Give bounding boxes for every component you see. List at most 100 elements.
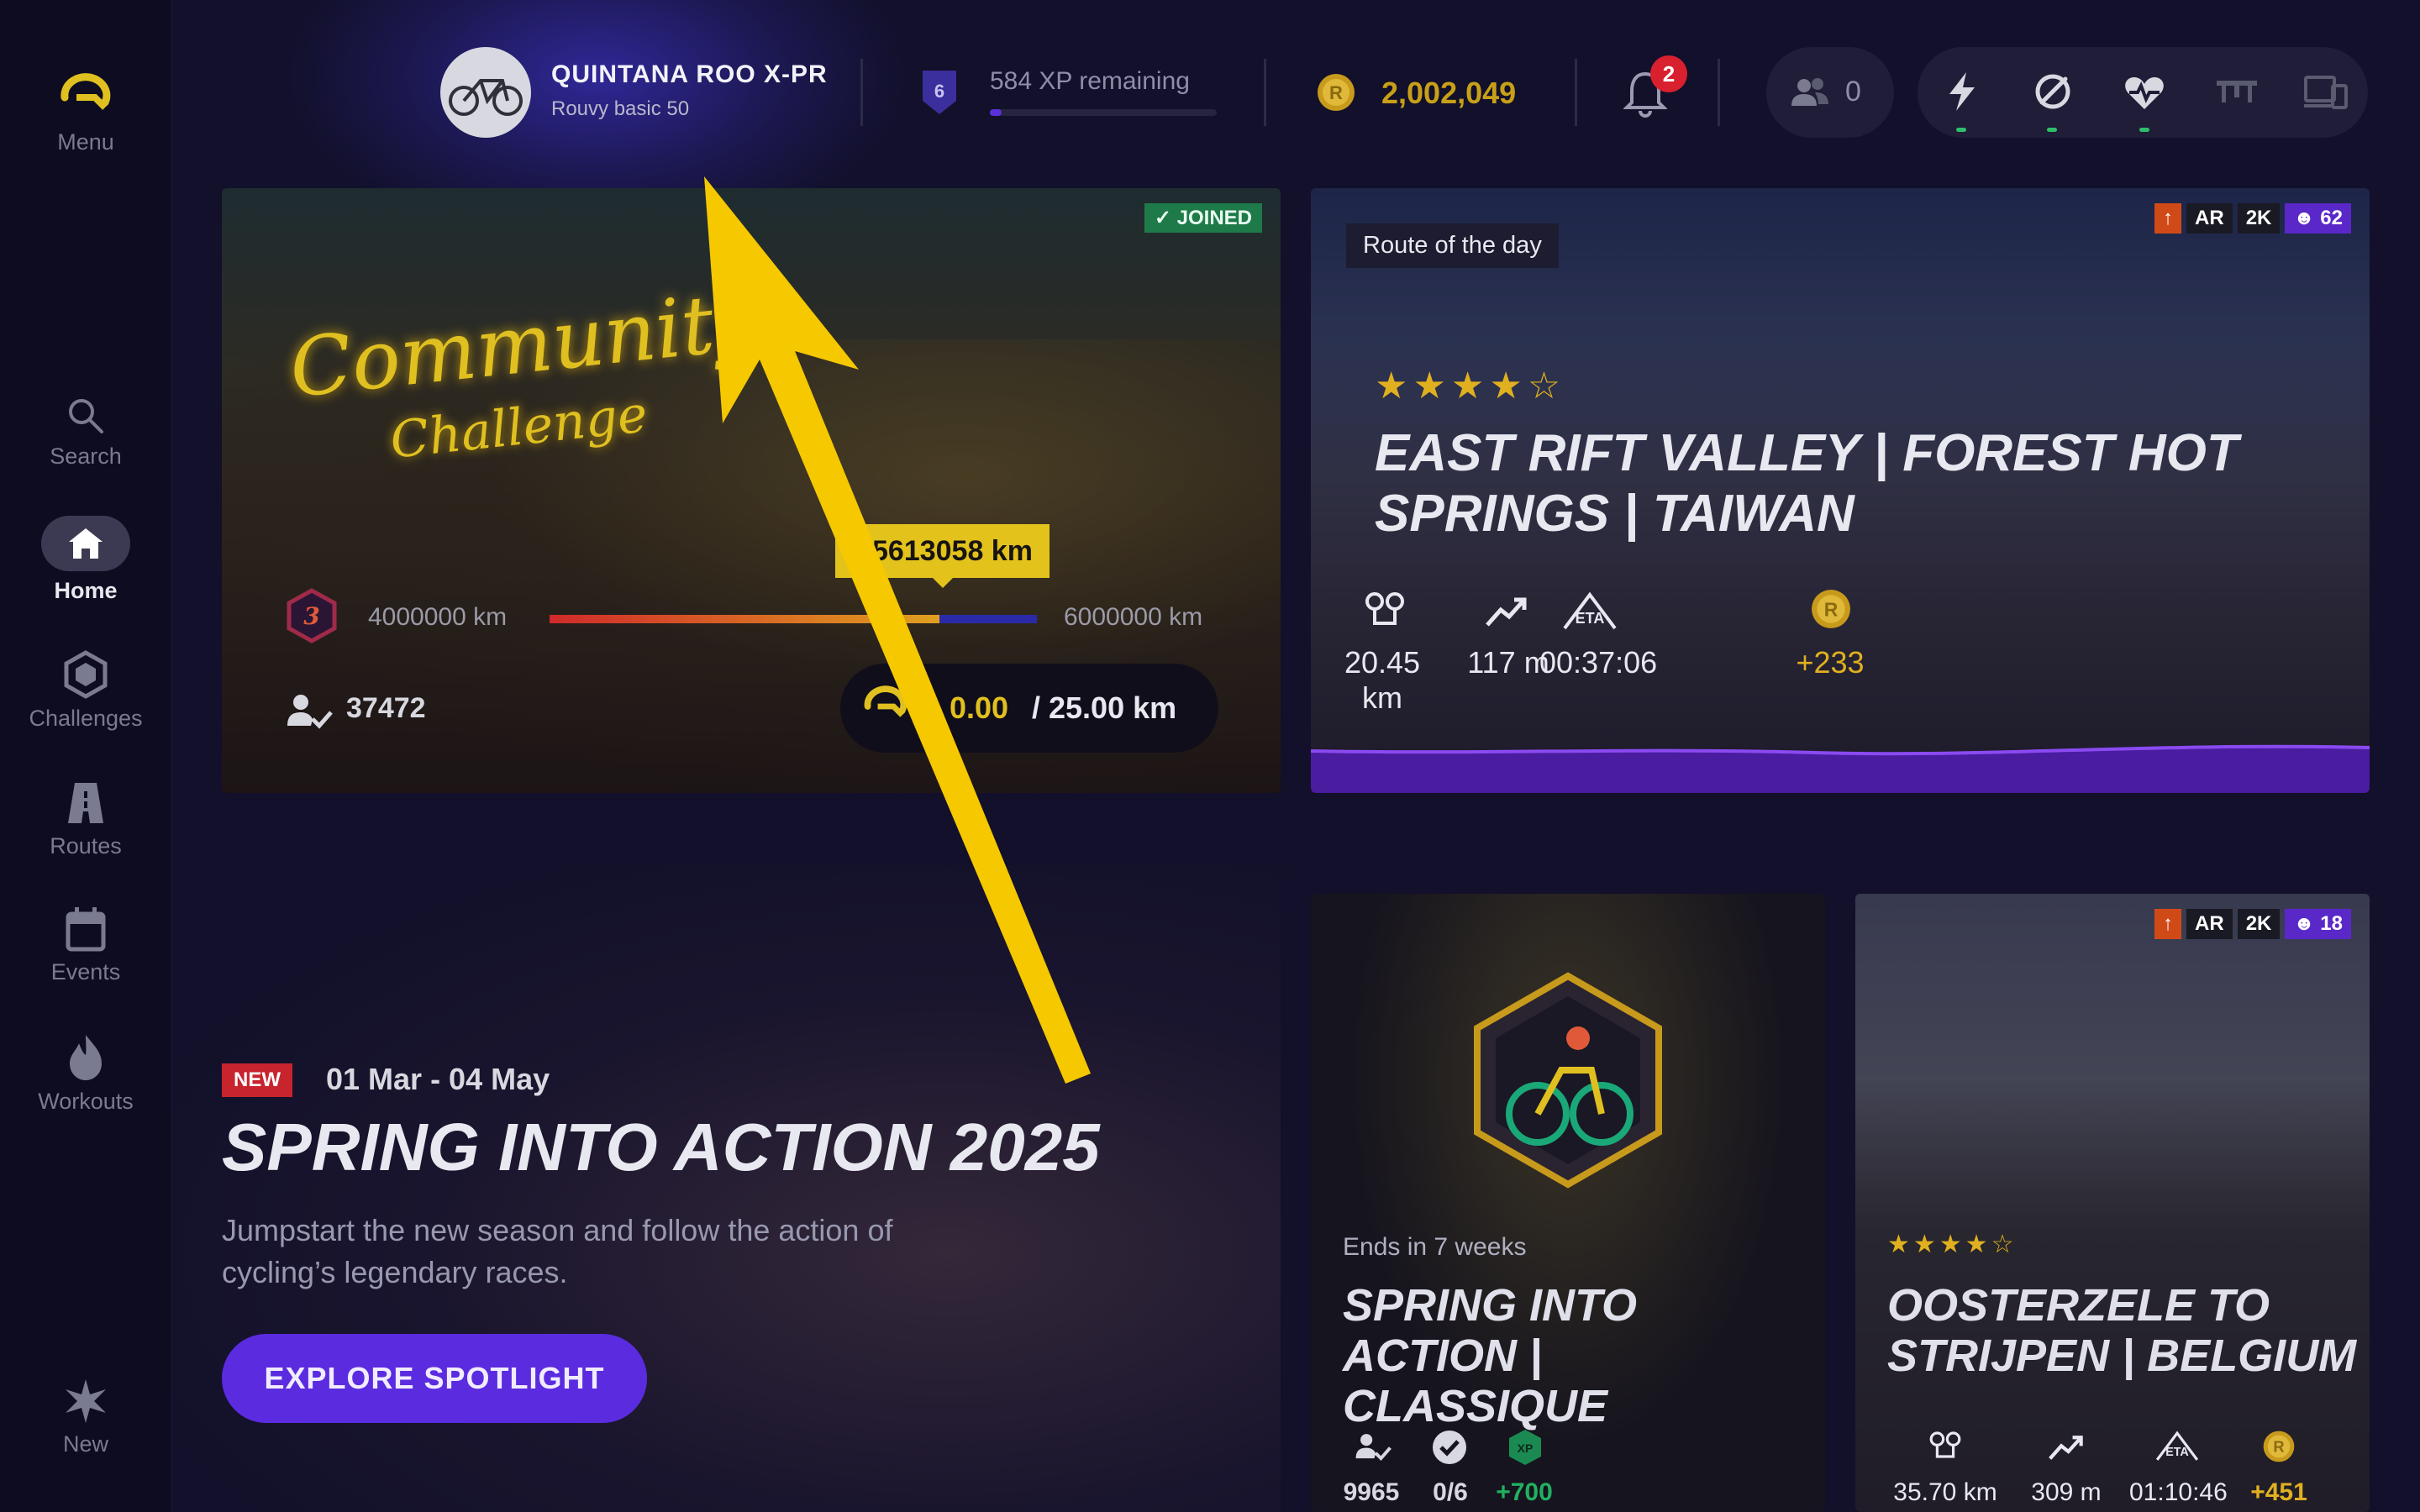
range-min: 4000000 km [368,603,508,631]
friends-button[interactable] [1766,47,1894,138]
route-coins: +451 [2250,1478,2307,1506]
sidebar-item-workouts[interactable]: Workouts [0,1033,171,1115]
elevation-profile [1311,744,2370,793]
challenge-xp: +700 [1496,1478,1553,1506]
spring-challenge-card[interactable]: Ends in 7 weeks SPRING INTO ACTION | CLA… [1311,894,1825,1512]
resolution-badge: 2K [2237,203,2281,234]
sidebar-item-label: Events [50,959,121,984]
rating-stars: ★★★★☆ [1375,365,1566,407]
sidebar-item-search[interactable]: Search [0,395,171,470]
level-number: 6 [934,81,944,102]
xp-progress-bar [990,109,1217,116]
devices-icon[interactable] [2302,74,2349,111]
xp-remaining: 584 XP remaining [990,67,1190,95]
current-distance-tag: 5613058 km [835,524,1050,588]
route-distance: 35.70 km [1893,1478,1997,1506]
challenge-progress-fill [550,615,939,623]
sensor-status-dot [2139,128,2149,132]
divider [1264,59,1266,126]
svg-text:R: R [1824,598,1839,620]
new-label: New [62,1431,108,1457]
distance-icon [1929,1431,1961,1458]
joined-badge: ✓ JOINED [1144,203,1262,233]
divider [1718,59,1720,126]
friends-count: 0 [1845,76,1861,108]
hexagon-icon [64,650,108,699]
friends-icon [1791,78,1828,106]
elevation-icon [1486,597,1527,627]
sensor-status-dot [1956,128,1966,132]
rouvy-logo-icon [864,685,908,717]
rider-count-badge: ☻ 62 [2285,203,2351,234]
participants-icon [1355,1434,1392,1462]
eta-icon: ETA [1563,591,1617,630]
route-eta: 00:37:06 [1539,645,1658,680]
svg-text:R: R [2273,1438,2284,1456]
bike-subtitle: Rouvy basic 50 [551,97,690,120]
check-icon [1433,1431,1466,1464]
sidebar-item-home[interactable]: Home [0,516,171,604]
svg-text:XP: XP [1518,1441,1534,1455]
sidebar-item-routes[interactable]: Routes [0,780,171,859]
oosterzele-route-card[interactable]: ↑ AR 2K ☻ 18 ★★★★☆ OOSTERZELE TO STRIJPE… [1855,894,2370,1512]
menu-button[interactable]: Menu [0,72,171,155]
route-of-the-day-tag: Route of the day [1346,223,1559,268]
sidebar-item-new[interactable]: New [0,1378,171,1457]
route-elevation: 309 m [2031,1478,2102,1506]
xp-progress-fill [990,109,1002,116]
community-challenge-card[interactable]: ✓ JOINED Community Challenge 3 4000000 k… [222,188,1281,793]
heart-rate-icon[interactable] [2123,74,2166,111]
sidebar-item-label: Routes [50,833,122,858]
bike-avatar[interactable] [440,47,531,138]
card-overlay [1855,894,2370,1512]
home-icon [69,528,103,559]
coin-balance: 2,002,049 [1381,76,1517,110]
cadence-icon[interactable] [2032,71,2074,113]
rider-count: 18 [2320,912,2343,935]
new-badge: NEW [222,1063,292,1097]
rouvy-logo-icon [60,73,111,110]
svg-text:R: R [1329,82,1343,103]
tier-badge-icon: 3 [287,588,337,643]
level-badge: 6 [919,67,960,122]
svg-text:ETA: ETA [2165,1446,2189,1459]
sidebar: Menu Search Home Challenges Routes Event… [0,0,172,1512]
calendar-icon [66,907,106,952]
strava-icon: ↑ [2154,203,2182,234]
challenge-completed: 0/6 [1433,1478,1468,1506]
goal-done: 0.00 [950,690,1009,725]
challenge-participants: 9965 [1343,1478,1400,1506]
range-max: 6000000 km [1064,603,1203,631]
spotlight-description: Jumpstart the new season and follow the … [222,1213,893,1289]
route-of-the-day-card[interactable]: Route of the day ↑ AR 2K ☻ 62 ★★★★☆ EAST… [1311,188,2370,793]
sensor-status-dot [2047,128,2057,132]
bike-name[interactable]: QUINTANA ROO X-PR [551,60,828,89]
power-icon[interactable] [1944,71,1980,113]
explore-spotlight-button[interactable]: EXPLORE SPOTLIGHT [222,1334,647,1423]
notification-count: 2 [1650,55,1687,92]
tier-number: 3 [303,602,319,630]
challenge-badge-icon [1474,972,1662,1189]
road-icon [68,783,103,823]
route-coins: +233 [1796,645,1865,680]
trainer-icon[interactable] [2215,77,2259,108]
strava-icon: ↑ [2154,909,2182,939]
route-title: OOSTERZELE TO STRIJPEN | BELGIUM [1887,1280,2357,1381]
sidebar-item-events[interactable]: Events [0,906,171,985]
challenge-title: SPRING INTO ACTION | CLASSIQUE [1343,1280,1638,1431]
rider-count: 62 [2320,207,2343,229]
coin-icon: R [1318,74,1355,111]
sidebar-item-challenges[interactable]: Challenges [0,650,171,732]
svg-text:ETA: ETA [1576,610,1605,627]
coin-icon: R [1812,590,1850,628]
goal-total: / 25.00 km [1032,690,1177,725]
elevation-icon [2049,1436,2083,1460]
search-icon [69,399,103,433]
participants-icon [287,695,333,729]
ends-in: Ends in 7 weeks [1343,1233,1527,1261]
resolution-badge: 2K [2237,909,2281,939]
participants-count: 37472 [346,692,426,724]
sidebar-item-label: Challenges [29,706,143,731]
ar-badge: AR [2186,203,2233,234]
bike-icon [449,79,523,116]
